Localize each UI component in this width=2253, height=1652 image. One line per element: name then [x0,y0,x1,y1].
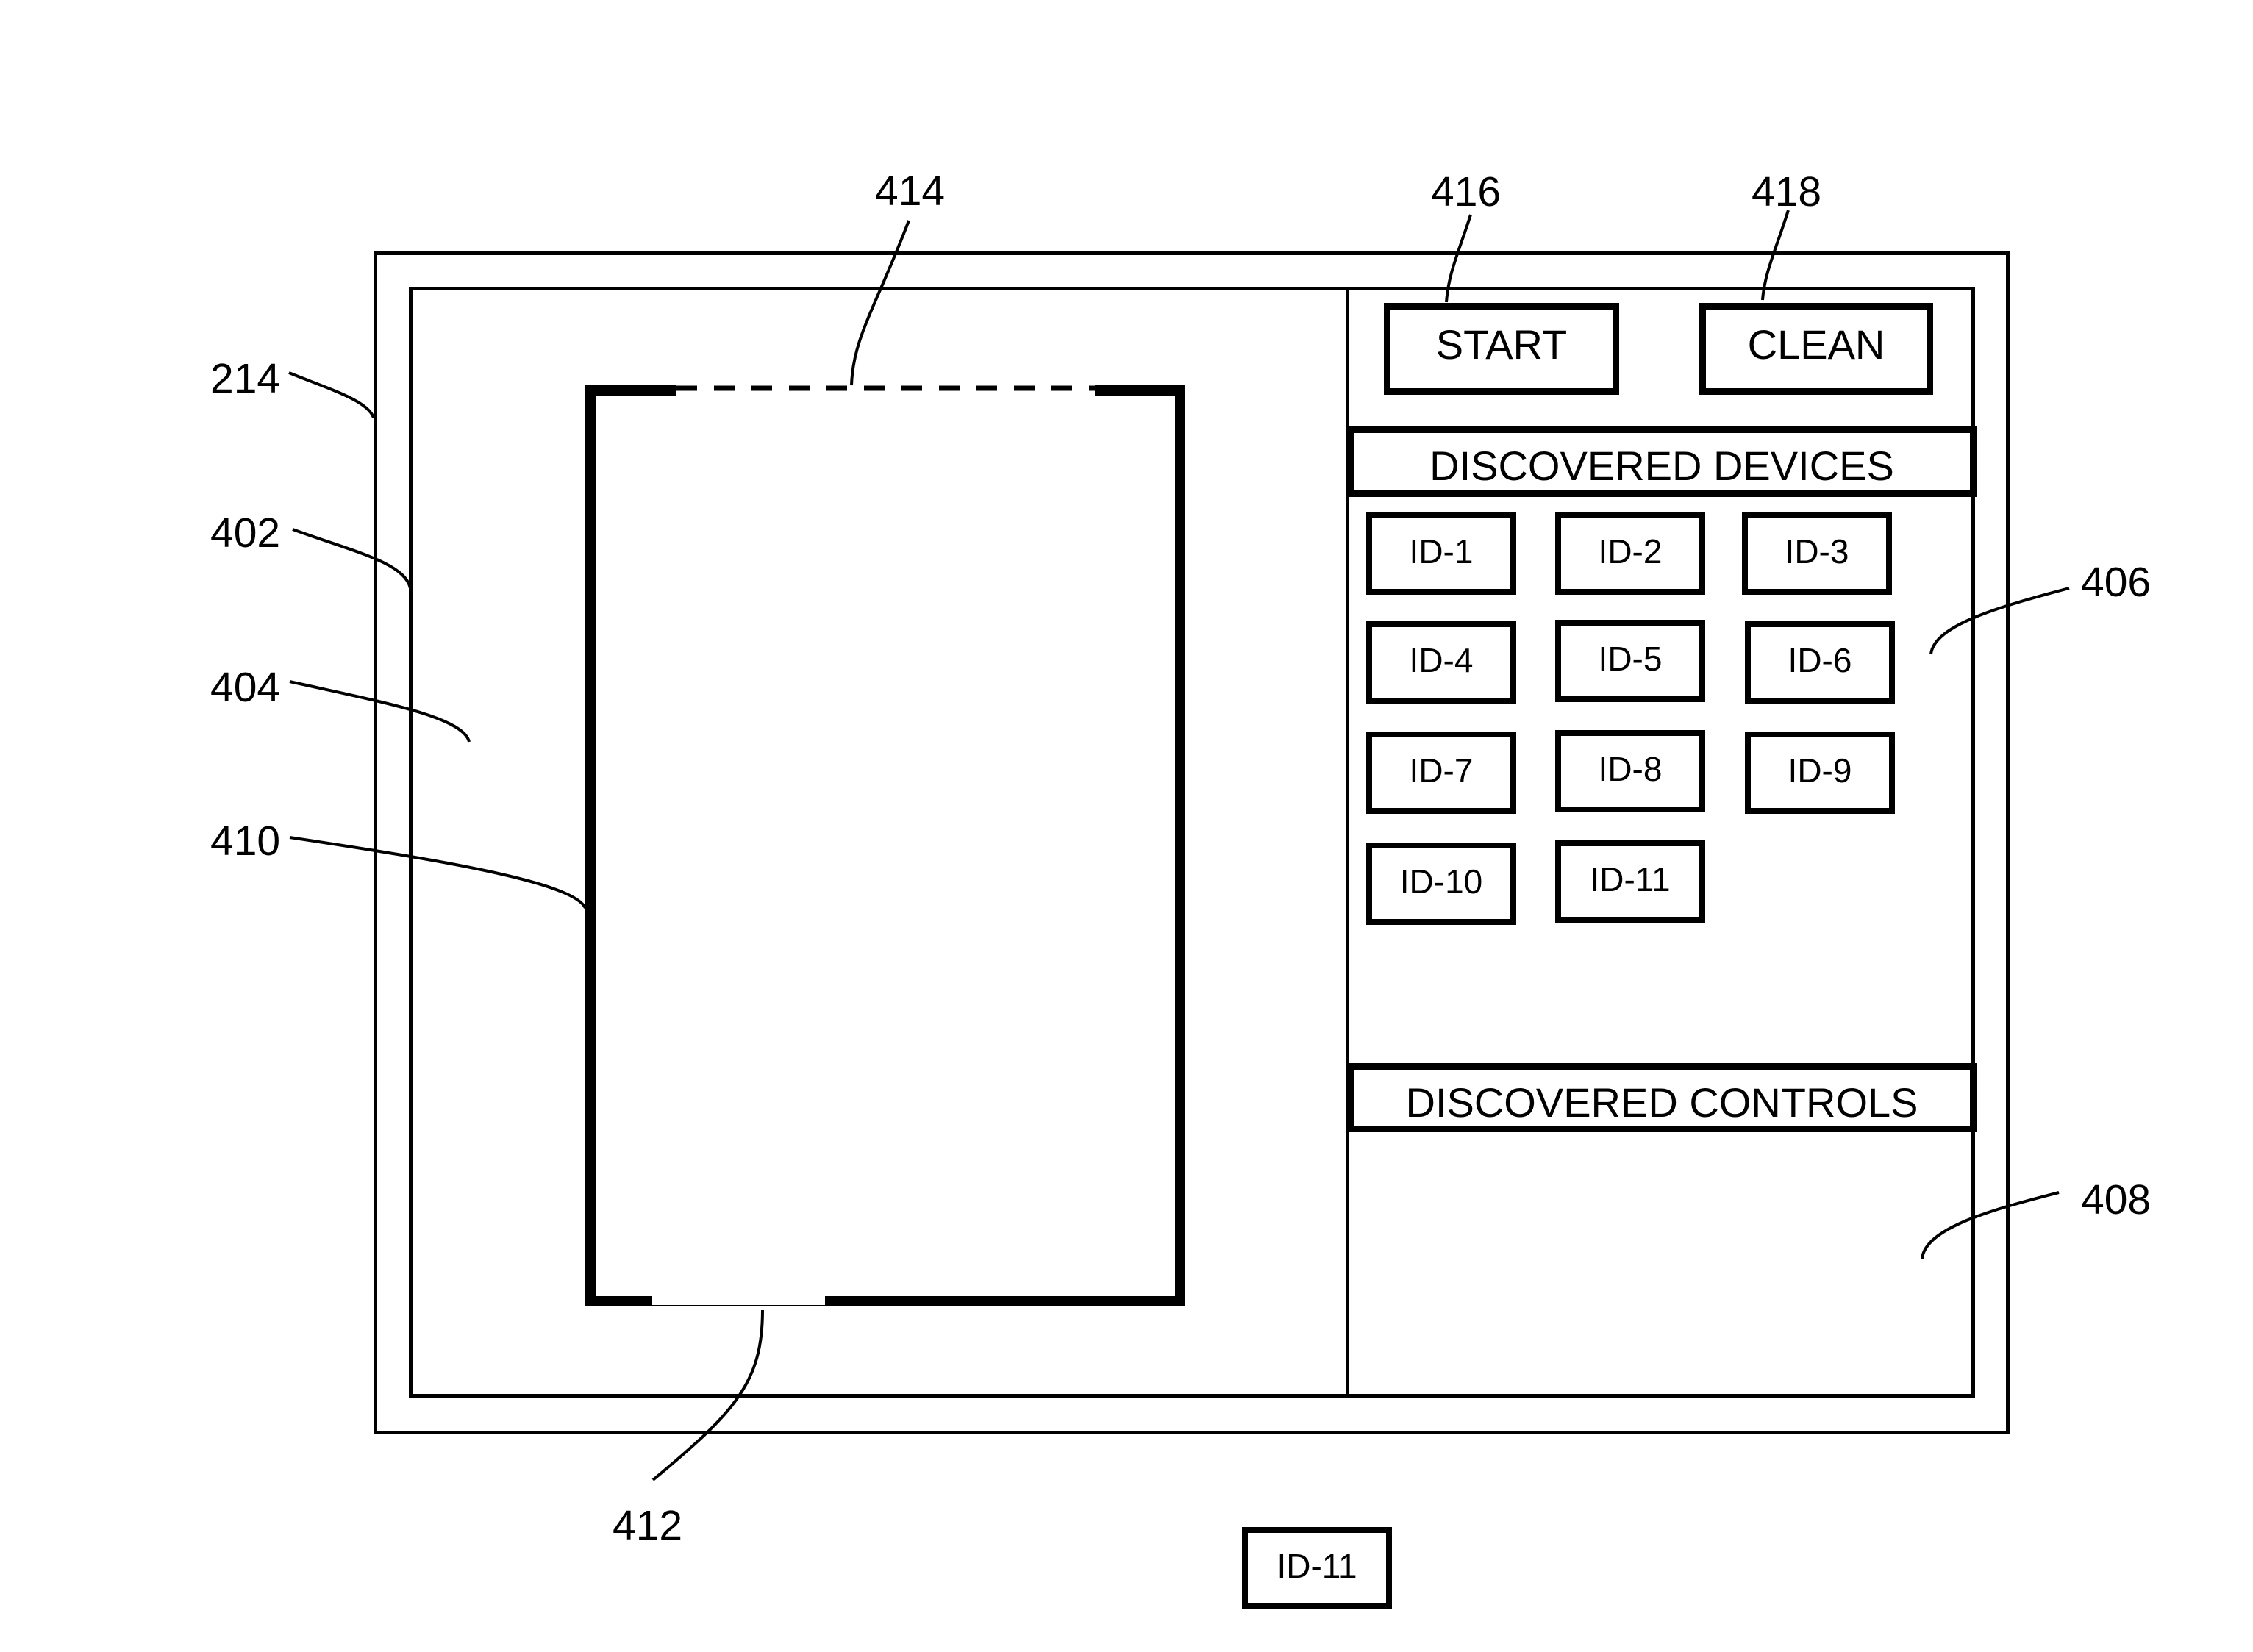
ref-label-416: 416 [1431,168,1502,215]
discovered-controls-list[interactable] [1350,1132,1972,1395]
ref-label-408: 408 [2081,1176,2152,1223]
ref-label-406: 406 [2081,559,2152,606]
ref-label-412: 412 [613,1502,683,1549]
device-id-10[interactable]: ID-10 [1366,843,1516,925]
discovered-controls-header: DISCOVERED CONTROLS [1347,1063,1977,1132]
discovered-devices-header: DISCOVERED DEVICES [1347,426,1977,497]
device-id-5[interactable]: ID-5 [1555,620,1705,702]
ref-label-414: 414 [875,168,946,215]
ref-label-402: 402 [210,509,281,557]
map-panel[interactable] [413,290,1346,1395]
device-id-2[interactable]: ID-2 [1555,512,1705,595]
device-id-11[interactable]: ID-11 [1555,840,1705,923]
device-id-4[interactable]: ID-4 [1366,621,1516,704]
ref-label-410: 410 [210,818,281,865]
device-id-9[interactable]: ID-9 [1745,732,1895,814]
leader-214 [288,371,375,418]
dragged-device-id-11[interactable]: ID-11 [1242,1527,1392,1609]
ref-label-214: 214 [210,355,281,402]
ref-label-418: 418 [1752,168,1822,215]
device-id-6[interactable]: ID-6 [1745,621,1895,704]
device-id-8[interactable]: ID-8 [1555,730,1705,812]
device-id-7[interactable]: ID-7 [1366,732,1516,814]
clean-button[interactable]: CLEAN [1699,303,1933,395]
device-id-1[interactable]: ID-1 [1366,512,1516,595]
start-button[interactable]: START [1384,303,1619,395]
ref-label-404: 404 [210,664,281,711]
device-id-3[interactable]: ID-3 [1742,512,1892,595]
